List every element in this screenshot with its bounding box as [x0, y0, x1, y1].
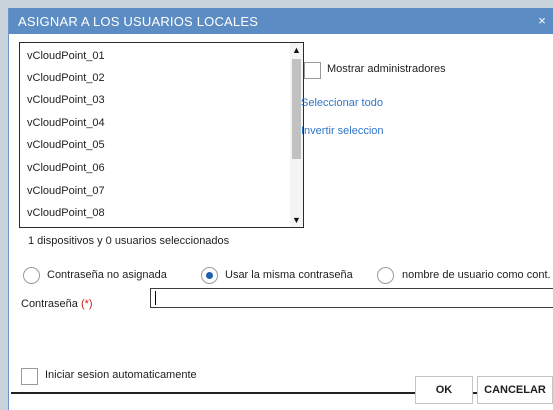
auto-login-label: Iniciar sesion automaticamente [45, 369, 197, 381]
assign-local-users-dialog: ASIGNAR A LOS USUARIOS LOCALES × vCloudP… [8, 8, 553, 410]
show-admins-checkbox[interactable] [304, 62, 321, 79]
scroll-down-icon[interactable]: ▼ [290, 213, 303, 227]
list-item[interactable]: vCloudPoint_06 [27, 157, 105, 179]
selection-status: 1 dispositivos y 0 usuarios seleccionado… [28, 235, 230, 247]
password-label: Contraseña (*) [21, 298, 93, 310]
user-list[interactable]: vCloudPoint_01 vCloudPoint_02 vCloudPoin… [19, 42, 304, 228]
password-label-text: Contraseña [21, 298, 78, 310]
text-cursor [155, 291, 156, 305]
password-input[interactable] [150, 288, 553, 308]
close-icon[interactable]: × [530, 8, 553, 34]
radio-no-password-label[interactable]: Contraseña no asignada [47, 269, 167, 281]
select-all-link[interactable]: Seleccionar todo [301, 97, 383, 109]
scroll-up-icon[interactable]: ▲ [290, 43, 303, 57]
dialog-title: ASIGNAR A LOS USUARIOS LOCALES [18, 14, 259, 29]
cancel-button[interactable]: CANCELAR [477, 376, 553, 404]
required-marker: (*) [80, 298, 93, 310]
list-item[interactable]: vCloudPoint_08 [27, 202, 105, 224]
list-item[interactable]: vCloudPoint_07 [27, 180, 105, 202]
list-item[interactable]: vCloudPoint_04 [27, 112, 105, 134]
list-item[interactable]: vCloudPoint_05 [27, 134, 105, 156]
radio-username-as-password[interactable] [377, 267, 394, 284]
radio-same-password[interactable] [201, 267, 218, 284]
auto-login-checkbox[interactable] [21, 368, 38, 385]
list-item[interactable]: vCloudPoint_03 [27, 89, 105, 111]
radio-username-as-password-label[interactable]: nombre de usuario como cont. [402, 269, 551, 281]
show-admins-label: Mostrar administradores [327, 63, 446, 75]
list-item[interactable]: vCloudPoint_01 [27, 45, 105, 67]
list-item[interactable]: vCloudPoint_02 [27, 67, 105, 89]
title-bar[interactable]: ASIGNAR A LOS USUARIOS LOCALES × [9, 8, 553, 34]
invert-selection-link[interactable]: Invertir seleccion [301, 125, 384, 137]
radio-no-password[interactable] [23, 267, 40, 284]
scroll-thumb[interactable] [292, 59, 301, 159]
ok-button[interactable]: OK [415, 376, 473, 404]
radio-same-password-label[interactable]: Usar la misma contraseña [225, 269, 353, 281]
